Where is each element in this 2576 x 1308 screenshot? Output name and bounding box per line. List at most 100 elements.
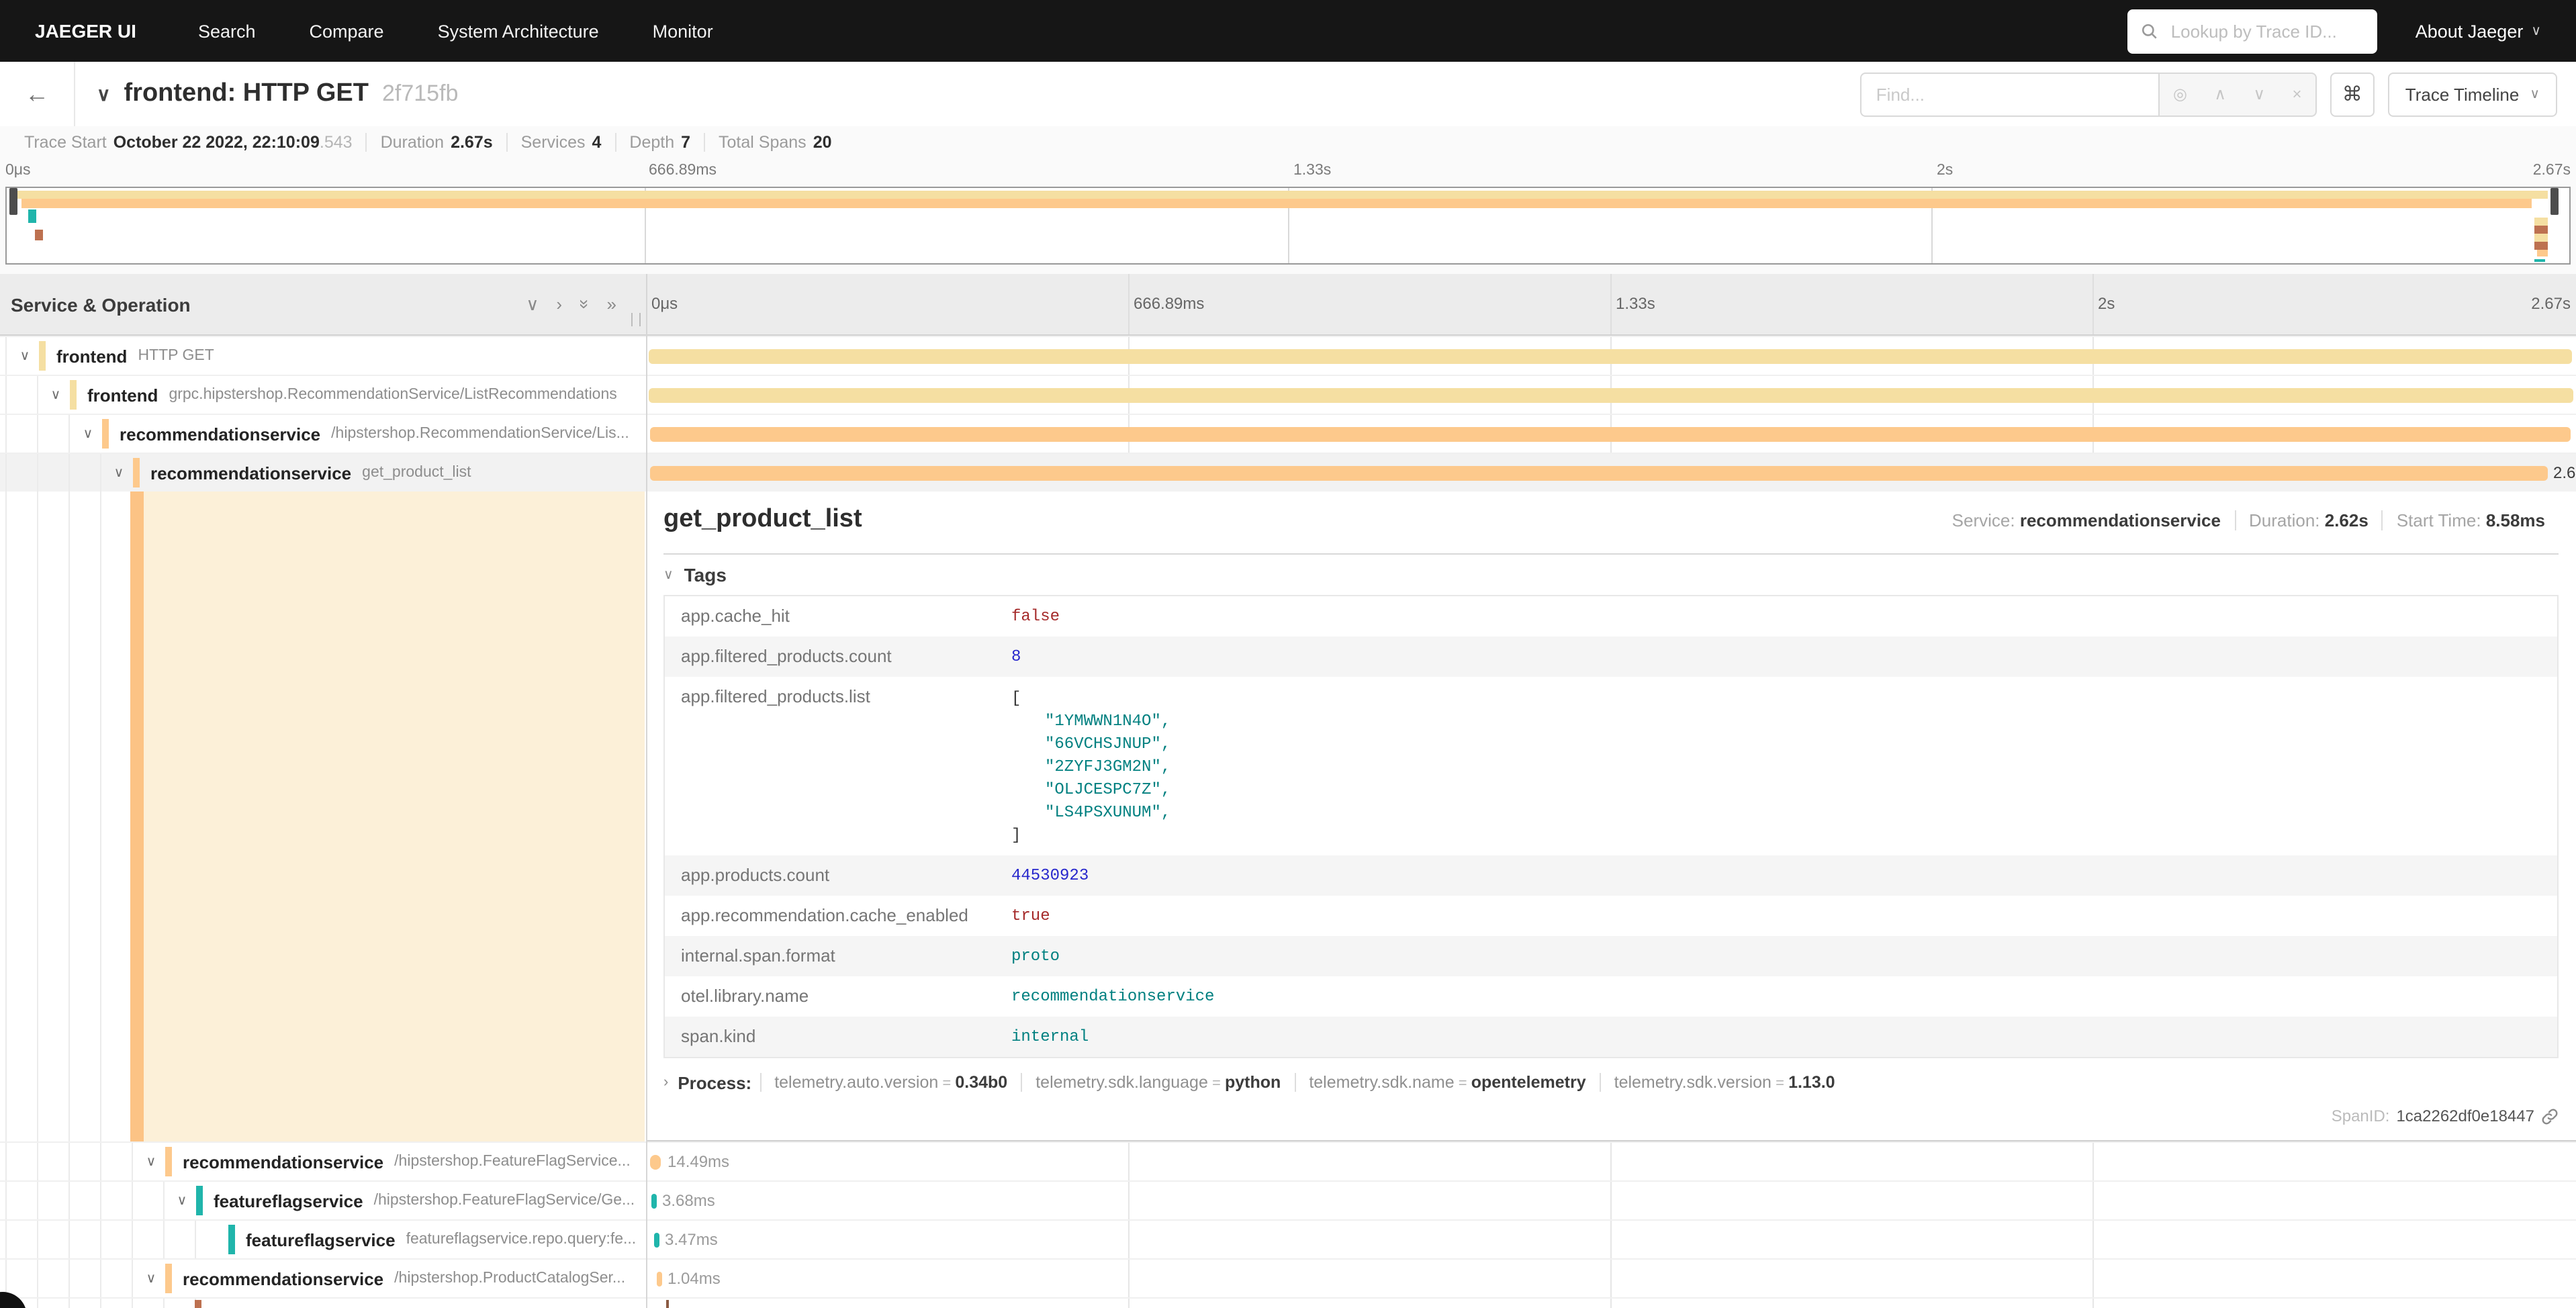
span-timeline-cell[interactable]: 14.49ms [646,1143,2576,1180]
span-duration-label: 14.49ms [668,1143,729,1180]
tags-section-label: Tags [684,564,727,586]
span-service: featureflagservice [246,1229,396,1250]
find-input[interactable] [1860,72,2158,116]
back-button[interactable]: ← [0,62,75,126]
span-row: ∨ featureflagservice /hipstershop.Featur… [0,1180,2576,1219]
column-divider[interactable] [646,274,647,1308]
chevron-down-icon[interactable]: ∨ [110,465,128,480]
chevron-down-icon[interactable]: ∨ [142,1271,160,1286]
find-next-icon[interactable]: ∨ [2253,85,2265,103]
service-color-bar [195,1300,201,1308]
about-jaeger-menu[interactable]: About Jaeger ∨ [2416,21,2541,41]
span-operation: get_product_list [362,465,471,481]
span-timeline-cell[interactable] [646,1299,2576,1308]
link-icon[interactable] [2541,1107,2559,1125]
list-item: 66VCHSJNUP [1045,733,2557,756]
service-color-bar [228,1225,235,1254]
keyboard-shortcuts-button[interactable]: ⌘ [2330,72,2375,116]
span-timeline-cell[interactable] [646,337,2576,375]
span-bar[interactable] [651,1194,657,1209]
tag-row: otel.library.name recommendationservice [665,976,2557,1017]
stat-services: Services 4 [506,133,615,152]
process-section[interactable]: › Process: telemetry.auto.version0.34b0 … [663,1064,2559,1101]
list-item: 1YMWWN1N4O [1045,710,2557,733]
nav-item-compare[interactable]: Compare [283,21,411,41]
span-timeline-cell[interactable]: 1.04ms [646,1260,2576,1297]
span-name-cell[interactable]: ∨ frontend grpc.hipstershop.Recommendati… [0,376,646,414]
span-bar[interactable] [650,1155,661,1170]
span-bar[interactable] [650,427,2571,442]
span-bar[interactable] [650,466,2548,481]
span-timeline-cell[interactable] [646,376,2576,414]
tag-value: 8 [1011,637,2557,666]
span-bar[interactable] [649,388,2573,403]
chevron-down-icon[interactable]: ∨ [142,1154,160,1169]
trace-start-value: October 22 2022, 22:10:09.543 [113,133,353,152]
span-name-cell[interactable]: ∨ recommendationservice /hipstershop.Fea… [0,1143,646,1180]
services-value: 4 [592,133,602,152]
tag-row: internal.span.format proto [665,936,2557,976]
nav-item-search[interactable]: Search [171,21,283,41]
chevron-down-icon[interactable]: ∨ [79,426,97,441]
list-item: 2ZYFJ3GM2N [1045,756,2557,779]
span-timeline-cell[interactable]: 3.68ms [646,1182,2576,1219]
collapse-one-icon[interactable]: ∨ [526,295,539,313]
span-name-cell[interactable]: ∨ featureflagservice /hipstershop.Featur… [0,1182,646,1219]
span-name-cell[interactable]: ∨ recommendationservice get_product_list [0,454,646,492]
minimap-canvas[interactable] [5,187,2571,265]
timeline-content: Service & Operation ∨ › » » 0μs 666.89ms… [0,274,2576,1308]
trace-lookup-input[interactable] [2168,19,2356,42]
span-name-cell[interactable]: featureflagservice featureflagservice.re… [0,1221,646,1258]
stat-total-spans: Total Spans 20 [704,133,845,152]
nav-item-monitor[interactable]: Monitor [626,21,740,41]
selected-span-color-strip [130,492,144,1141]
trace-view-selector[interactable]: Trace Timeline ∨ [2388,72,2557,116]
find-prev-icon[interactable]: ∧ [2214,85,2226,103]
brand-jaeger-ui[interactable]: JAEGER UI [0,20,171,42]
span-name-cell[interactable]: ∨ recommendationservice /hipstershop.Rec… [0,415,646,453]
expand-all-icon[interactable]: » [607,295,616,313]
trace-collapse-toggle[interactable]: ∨ [97,83,111,105]
collapse-all-icon[interactable]: » [576,299,593,309]
span-bar[interactable] [654,1233,659,1248]
span-timeline-cell[interactable]: 3.47ms [646,1221,2576,1258]
detail-duration: Duration: 2.62s [2234,510,2382,530]
detail-operation-name: get_product_list [663,505,862,534]
tags-section-toggle[interactable]: ∨ Tags [663,555,2559,595]
chevron-down-icon[interactable]: ∨ [47,387,64,402]
chevron-down-icon[interactable]: ∨ [16,348,34,363]
expand-one-icon[interactable]: › [556,295,562,313]
span-bar[interactable] [649,349,2572,364]
span-name-cell[interactable] [0,1299,646,1308]
find-group: ◎ ∧ ∨ × [1860,72,2317,116]
span-timeline-cell[interactable] [646,415,2576,453]
duration-value: 2.67s [451,133,493,152]
trace-minimap-section: 0μs 666.89ms 1.33s 2s 2.67s [0,158,2576,274]
locate-icon[interactable]: ◎ [2173,85,2187,103]
timeline-tick-2: 1.33s [1616,294,1655,313]
span-row-partial [0,1297,2576,1308]
span-name-cell[interactable]: ∨ recommendationservice /hipstershop.Pro… [0,1260,646,1297]
nav-item-system-architecture[interactable]: System Architecture [411,21,626,41]
command-icon: ⌘ [2342,82,2362,106]
span-bar[interactable] [657,1272,662,1287]
column-resizer-handle[interactable] [631,313,641,326]
tag-value: internal [1011,1017,2557,1046]
span-timeline-cell[interactable]: 2.62s [646,454,2576,492]
stat-trace-start: Trace Start October 22 2022, 22:10:09.54… [11,133,366,152]
span-row: ∨ recommendationservice /hipstershop.Pro… [0,1258,2576,1297]
span-row-selected: ∨ recommendationservice get_product_list… [0,453,2576,492]
service-color-bar [196,1186,203,1215]
jaeger-trace-page: JAEGER UI Search Compare System Architec… [0,0,2576,1308]
chevron-down-icon[interactable]: ∨ [173,1193,191,1208]
service-color-bar [102,419,109,449]
minimap-scrubber-right[interactable] [2550,188,2559,215]
search-icon [2142,22,2159,40]
span-name-cell[interactable]: ∨ frontend HTTP GET [0,337,646,375]
span-detail-left-accent [0,492,646,1141]
span-service: recommendationservice [183,1152,383,1172]
find-clear-icon[interactable]: × [2292,85,2301,103]
minimap-scrubber-left[interactable] [9,188,17,215]
total-spans-value: 20 [813,133,832,152]
tag-key: app.filtered_products.count [665,637,1011,666]
